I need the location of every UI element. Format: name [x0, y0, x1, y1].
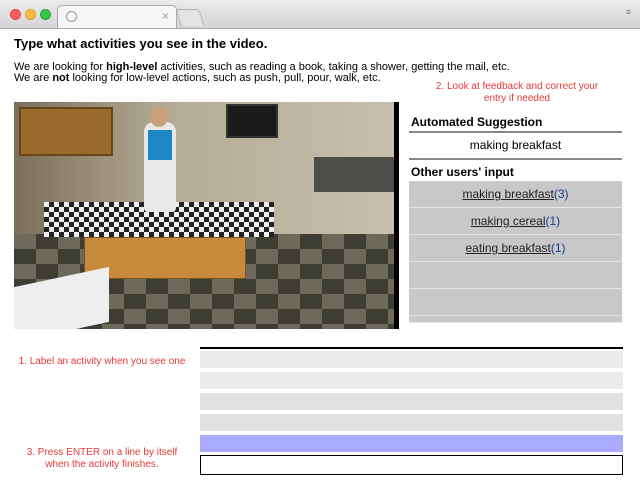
close-window-button[interactable] [10, 9, 21, 20]
feedback-instruction: 2. Look at feedback and correct your ent… [435, 81, 599, 104]
new-tab-button[interactable] [175, 9, 205, 26]
list-item: making breakfast(3) [409, 181, 622, 208]
enter-instruction: 3. Press ENTER on a line by itself when … [26, 447, 178, 470]
entry-history [200, 347, 623, 456]
other-input-link[interactable]: making cereal [471, 214, 546, 228]
entry-row [200, 393, 623, 410]
other-users-heading: Other users' input [411, 165, 514, 179]
other-input-count: (3) [553, 187, 569, 201]
other-input-link[interactable]: eating breakfast [465, 241, 550, 255]
entry-row [200, 351, 623, 368]
list-item: eating breakfast(1) [409, 235, 622, 262]
other-input-link[interactable]: making breakfast [462, 187, 553, 201]
label-instruction: 1. Label an activity when you see one [18, 356, 186, 367]
zoom-window-button[interactable] [40, 9, 51, 20]
empty-list-row [409, 316, 622, 323]
automated-suggestion-value: making breakfast [409, 133, 622, 158]
browser-tab[interactable]: × [57, 5, 177, 28]
globe-icon [66, 11, 77, 22]
list-item: making cereal(1) [409, 208, 622, 235]
empty-list-row [409, 262, 622, 289]
empty-list-row [409, 289, 622, 316]
video-player[interactable] [14, 102, 399, 329]
minimize-window-button[interactable] [25, 9, 36, 20]
close-tab-icon[interactable]: × [162, 9, 169, 23]
activity-input[interactable] [200, 455, 623, 475]
feedback-panel: Automated Suggestion making breakfast Ot… [409, 113, 622, 323]
entry-row [200, 372, 623, 389]
other-input-count: (1) [550, 241, 566, 255]
page-title: Type what activities you see in the vide… [14, 36, 268, 51]
entry-row [200, 414, 623, 431]
other-input-count: (1) [545, 214, 561, 228]
browser-toolbar: × ≡ [0, 0, 640, 29]
active-entry-row [200, 435, 623, 452]
other-users-list: making breakfast(3) making cereal(1) eat… [409, 181, 622, 323]
menu-icon[interactable]: ≡ [626, 7, 632, 17]
description-line-2: We are not looking for low-level actions… [14, 72, 381, 84]
automated-suggestion-heading: Automated Suggestion [411, 115, 543, 129]
